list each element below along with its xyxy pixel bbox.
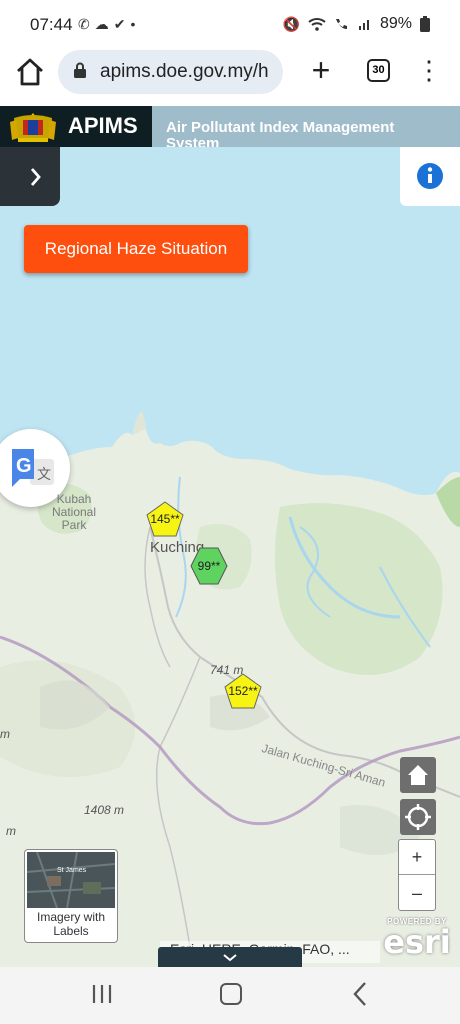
site-subtitle: Air Pollutant Index Management System — [166, 119, 395, 148]
browser-home-icon[interactable] — [14, 56, 46, 88]
api-value: 152** — [228, 684, 258, 698]
elevation-label: m — [0, 727, 10, 741]
brand-block: APIMS — [0, 106, 152, 147]
home-icon — [408, 765, 428, 785]
api-value: 99** — [197, 559, 221, 573]
info-icon — [417, 163, 443, 189]
elevation-label: m — [6, 824, 16, 838]
zoom-in-button[interactable]: + — [399, 840, 435, 875]
wifi-call-icon — [335, 19, 347, 29]
api-value: 145** — [150, 512, 180, 526]
cloud-icon: ☁ — [94, 16, 114, 32]
elevation-label: 1408 m — [84, 803, 125, 817]
basemap-label: Imagery with Labels — [36, 910, 106, 938]
basemap-thumbnail: St James — [26, 851, 116, 909]
zoom-control: + – — [398, 839, 436, 911]
recent-apps-icon[interactable] — [92, 983, 112, 1005]
battery-icon — [420, 16, 430, 32]
back-icon[interactable] — [350, 981, 370, 1007]
tab-switcher-button[interactable]: 30 — [367, 59, 390, 82]
android-nav-bar — [0, 967, 460, 1024]
map-view[interactable]: Regional Haze Situation 文 G Kubah Nation… — [0, 147, 460, 967]
svg-text:文: 文 — [37, 467, 51, 483]
check-circle-icon: ✔ — [113, 16, 131, 32]
status-time: 07:44 — [30, 15, 73, 34]
browser-menu-icon[interactable]: ⋮ — [416, 56, 442, 86]
locate-icon — [405, 804, 431, 830]
regional-haze-button[interactable]: Regional Haze Situation — [24, 225, 248, 273]
wifi-icon — [308, 18, 326, 31]
expand-panel-button[interactable] — [0, 147, 60, 206]
esri-logo: POWERED BY esri — [380, 917, 454, 963]
signal-icon — [358, 20, 369, 30]
svg-text:G: G — [16, 455, 32, 477]
lock-icon — [74, 62, 86, 78]
mute-icon: 🔇 — [282, 15, 300, 32]
chevron-right-icon — [30, 168, 41, 186]
battery-text: 89% — [379, 15, 412, 32]
basemap-toggle[interactable]: St James Imagery with Labels — [24, 849, 118, 943]
url-bar[interactable]: apims.doe.gov.my/h — [58, 50, 283, 94]
collapse-panel-tab[interactable] — [158, 947, 302, 967]
new-tab-button[interactable]: + — [306, 54, 336, 86]
place-label-park: Kubah National Park — [51, 492, 97, 532]
chevron-down-icon — [223, 954, 237, 962]
api-marker-station[interactable]: 99** — [190, 547, 228, 585]
status-bar: 07:44 ✆☁✔• 🔇 89% — [0, 0, 460, 50]
zoom-out-button[interactable]: – — [399, 876, 435, 911]
coat-of-arms-logo — [10, 113, 56, 142]
brand-name: APIMS — [68, 113, 138, 138]
info-button[interactable] — [400, 147, 460, 206]
basemap-thumb-label: St James — [57, 867, 87, 874]
nav-home-button[interactable] — [220, 983, 242, 1005]
status-right: 🔇 89% — [283, 15, 430, 33]
url-text[interactable]: apims.doe.gov.my/h — [100, 61, 278, 83]
esri-logo-text: esri — [383, 923, 451, 961]
notification-icons: ✆☁✔• — [78, 16, 140, 33]
app-header: APIMS Air Pollutant Index Management Sys… — [0, 106, 460, 147]
api-marker-station[interactable]: 152** — [224, 673, 262, 709]
browser-toolbar: apims.doe.gov.my/h + 30 ⋮ — [0, 50, 460, 106]
locate-button[interactable] — [400, 799, 436, 835]
whatsapp-icon: ✆ — [78, 16, 95, 32]
api-marker-station[interactable]: 145** — [146, 501, 184, 537]
default-extent-button[interactable] — [400, 757, 436, 793]
dot-icon: • — [130, 16, 141, 32]
